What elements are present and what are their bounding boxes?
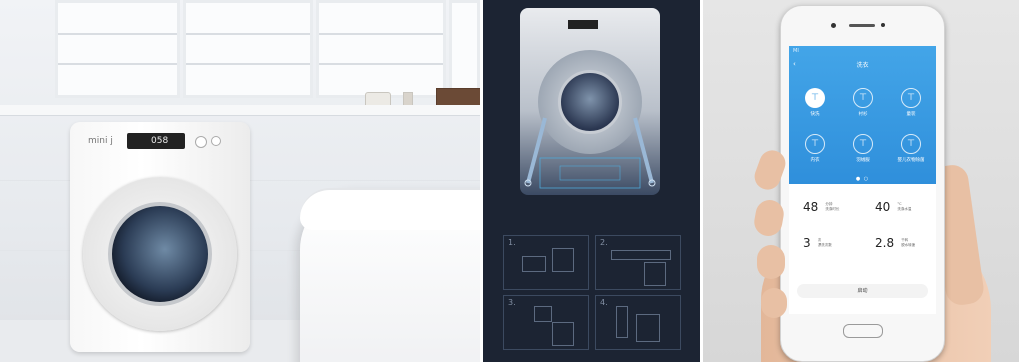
step-number: 2. (600, 238, 608, 247)
sensor-icon (881, 23, 885, 27)
stat-rinse: 3 次 漂洗次数 (803, 232, 832, 251)
app-title: 洗衣 (856, 62, 869, 69)
finger (757, 245, 785, 279)
washer-drum (108, 202, 212, 306)
stat-value: 40 (875, 199, 891, 214)
shirt-icon: ⊤ (805, 88, 825, 108)
stat-duration: 48 分钟 洗涤时长 (803, 196, 839, 215)
window-pane (183, 0, 313, 98)
stat-label: 洗涤时长 (825, 206, 840, 211)
shirt-icon: ⊤ (853, 134, 873, 154)
mode-label: 羽绒服 (856, 158, 870, 163)
stat-spin: 2.8 千转 脱水转速 (875, 232, 915, 251)
app-header: MI ‹ 洗衣 ⊤ 快洗 ⊤ 衬衫 ⊤ 童装 ⊤ 内衣 ⊤ 羽绒服 ⊤ 婴儿衣物… (789, 46, 936, 184)
step-number: 1. (508, 238, 516, 247)
step-cell: 2. (595, 235, 681, 290)
stat-unit: 次 (817, 238, 822, 242)
mode-underwear[interactable]: ⊤ 内衣 (797, 134, 833, 163)
speaker-grille (849, 24, 875, 27)
step-number: 4. (600, 298, 608, 307)
washer-brand-logo: mini j (88, 136, 113, 146)
step-cell: 1. (503, 235, 589, 290)
step-cell: 4. (595, 295, 681, 350)
stat-unit: 分钟 (825, 202, 833, 206)
washer-display-value: 058 (151, 136, 169, 146)
shirt-icon: ⊤ (901, 134, 921, 154)
mode-label: 童装 (906, 112, 916, 117)
power-knob-icon (195, 136, 207, 148)
shirt-icon: ⊤ (901, 88, 921, 108)
suspension-lines (524, 117, 656, 189)
stat-unit: 千转 (901, 238, 909, 242)
stat-value: 48 (803, 199, 819, 214)
mode-label: 婴儿衣物除菌 (897, 158, 925, 163)
smartphone: MI ‹ 洗衣 ⊤ 快洗 ⊤ 衬衫 ⊤ 童装 ⊤ 内衣 ⊤ 羽绒服 ⊤ 婴儿衣物… (780, 5, 945, 362)
window-pane (449, 0, 480, 98)
page-indicator: ● ○ (855, 176, 870, 182)
stat-value: 3 (803, 235, 811, 250)
blueprint-panel: 1. 2. 3. 4. (483, 0, 700, 362)
stat-unit: °C (897, 202, 902, 206)
stat-value: 2.8 (875, 235, 895, 250)
stat-label: 脱水转速 (901, 242, 916, 247)
step-number: 3. (508, 298, 516, 307)
control-button-icon (211, 136, 221, 146)
bathtub-rim (300, 188, 480, 230)
finger (761, 288, 787, 318)
stat-label: 洗涤水温 (897, 206, 912, 211)
mode-label: 内衣 (810, 158, 820, 163)
bathroom-photo-panel: mini j 058 (0, 0, 480, 362)
window-pane (55, 0, 180, 98)
mode-shirt[interactable]: ⊤ 衬衫 (845, 88, 881, 117)
stat-label: 漂洗次数 (817, 242, 832, 247)
status-bar-carrier: MI (793, 48, 799, 54)
mode-baby-sterilize[interactable]: ⊤ 婴儿衣物除菌 (893, 134, 929, 163)
shirt-icon: ⊤ (853, 88, 873, 108)
cutaway-washer (520, 8, 660, 195)
start-button[interactable]: 启动 (797, 284, 928, 298)
washing-machine: mini j 058 (70, 122, 250, 352)
phone-screen: MI ‹ 洗衣 ⊤ 快洗 ⊤ 衬衫 ⊤ 童装 ⊤ 内衣 ⊤ 羽绒服 ⊤ 婴儿衣物… (789, 46, 936, 314)
step-cell: 3. (503, 295, 589, 350)
mode-label: 快洗 (810, 112, 820, 117)
front-camera-icon (831, 23, 836, 28)
mode-down-jacket[interactable]: ⊤ 羽绒服 (845, 134, 881, 163)
washer-door (83, 177, 237, 331)
window-sill (0, 105, 480, 116)
stat-temperature: 40 °C 洗涤水温 (875, 196, 911, 215)
washer-display: 058 (127, 133, 185, 149)
window-pane (316, 0, 446, 98)
mode-quick-wash[interactable]: ⊤ 快洗 (797, 88, 833, 117)
phone-photo-panel: MI ‹ 洗衣 ⊤ 快洗 ⊤ 衬衫 ⊤ 童装 ⊤ 内衣 ⊤ 羽绒服 ⊤ 婴儿衣物… (703, 0, 1019, 362)
mode-kids[interactable]: ⊤ 童装 (893, 88, 929, 117)
shirt-icon: ⊤ (805, 134, 825, 154)
mode-label: 衬衫 (858, 112, 868, 117)
home-button[interactable] (843, 324, 883, 338)
